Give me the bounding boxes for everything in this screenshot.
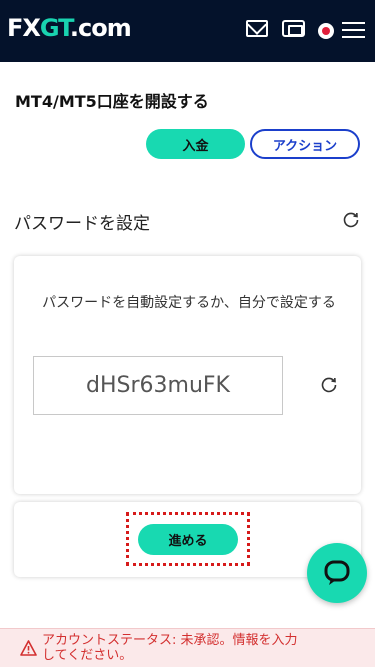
deposit-button[interactable]: 入金 bbox=[146, 129, 245, 159]
status-message: アカウントステータス: 未承認。情報を入力してください。 bbox=[42, 633, 298, 663]
proceed-button[interactable]: 進める bbox=[138, 524, 238, 555]
password-card: パスワードを自動設定するか、自分で設定する bbox=[14, 256, 361, 494]
chat-button[interactable] bbox=[307, 543, 367, 603]
warning-icon bbox=[20, 640, 37, 656]
password-input[interactable] bbox=[33, 356, 283, 415]
regenerate-password-icon[interactable] bbox=[320, 376, 338, 394]
logo-prefix: FX bbox=[7, 14, 41, 42]
status-banner: アカウントステータス: 未承認。情報を入力してください。 bbox=[0, 628, 375, 667]
ticket-icon[interactable] bbox=[282, 20, 305, 37]
password-description: パスワードを自動設定するか、自分で設定する bbox=[42, 295, 336, 311]
mail-icon[interactable] bbox=[246, 20, 268, 37]
logo-gt: GT bbox=[39, 14, 71, 42]
section-title: パスワードを設定 bbox=[14, 214, 150, 234]
top-header: FXGT.com bbox=[0, 0, 375, 62]
hamburger-menu-icon[interactable] bbox=[342, 22, 365, 39]
fxgt-logo[interactable]: FXGT.com bbox=[7, 14, 132, 42]
chat-bubble-icon bbox=[324, 560, 350, 585]
japan-flag-icon[interactable] bbox=[318, 23, 334, 39]
logo-suffix: .com bbox=[69, 14, 132, 42]
refresh-icon[interactable] bbox=[342, 211, 360, 229]
action-button[interactable]: アクション bbox=[250, 129, 360, 159]
page-title: MT4/MT5口座を開設する bbox=[15, 92, 209, 111]
